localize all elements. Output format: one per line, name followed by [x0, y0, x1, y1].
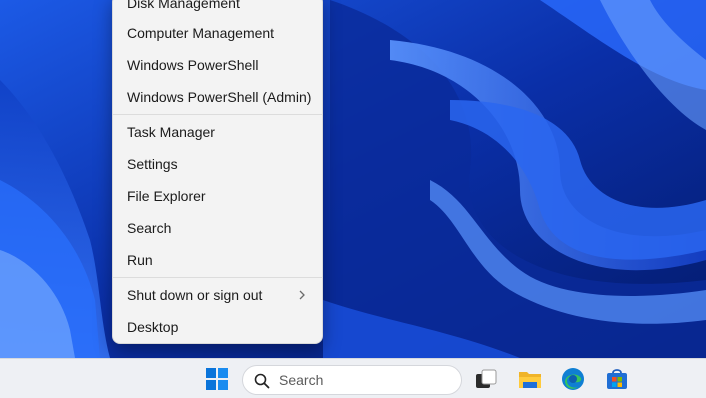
- search-icon: [254, 373, 270, 394]
- menu-item-run[interactable]: Run: [113, 245, 322, 275]
- menu-item-label: Shut down or sign out: [127, 287, 263, 303]
- menu-separator: [113, 277, 322, 278]
- menu-item-label: Settings: [127, 156, 178, 172]
- menu-item-label: Computer Management: [127, 25, 275, 41]
- desktop-wallpaper: [0, 0, 706, 358]
- task-view-icon[interactable]: [474, 367, 498, 391]
- menu-item-computer-management[interactable]: Computer Management: [113, 18, 322, 48]
- menu-item-label: Run: [127, 252, 153, 268]
- menu-item-file-explorer[interactable]: File Explorer: [113, 181, 322, 211]
- windows-start-icon[interactable]: [205, 367, 229, 391]
- menu-item-windows-powershell-admin[interactable]: Windows PowerShell (Admin): [113, 82, 322, 112]
- store-icon[interactable]: [605, 367, 629, 391]
- context-menu: Disk Management Computer Management Wind…: [112, 0, 323, 344]
- edge-icon[interactable]: [561, 367, 585, 391]
- menu-item-label: Disk Management: [127, 0, 240, 11]
- taskbar-search-box[interactable]: Search: [242, 365, 462, 395]
- menu-item-disk-management[interactable]: Disk Management: [113, 0, 322, 18]
- menu-item-label: Windows PowerShell (Admin): [127, 89, 312, 105]
- menu-item-windows-powershell[interactable]: Windows PowerShell: [113, 50, 322, 80]
- menu-item-label: File Explorer: [127, 188, 206, 204]
- menu-item-label: Search: [127, 220, 172, 236]
- menu-item-shut-down-or-sign-out[interactable]: Shut down or sign out: [113, 280, 322, 310]
- menu-item-label: Desktop: [127, 319, 179, 335]
- menu-item-settings[interactable]: Settings: [113, 149, 322, 179]
- menu-item-label: Task Manager: [127, 124, 215, 140]
- taskbar: Search: [0, 358, 706, 398]
- file-explorer-icon[interactable]: [518, 367, 542, 391]
- search-placeholder: Search: [279, 372, 324, 388]
- menu-item-task-manager[interactable]: Task Manager: [113, 117, 322, 147]
- menu-item-search[interactable]: Search: [113, 213, 322, 243]
- menu-item-desktop[interactable]: Desktop: [113, 312, 322, 342]
- menu-item-label: Windows PowerShell: [127, 57, 259, 73]
- menu-separator: [113, 114, 322, 115]
